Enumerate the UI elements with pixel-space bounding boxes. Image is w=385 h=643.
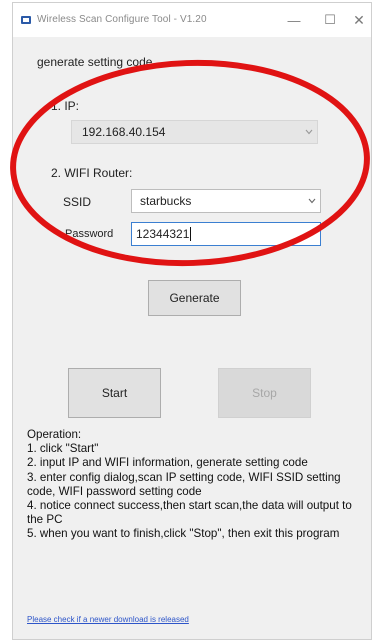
start-button[interactable]: Start <box>68 368 161 418</box>
app-icon <box>21 16 31 24</box>
chevron-down-icon <box>301 121 317 143</box>
instruction-step: 2. input IP and WIFI information, genera… <box>27 456 308 470</box>
wifi-router-label: 2. WIFI Router: <box>51 166 133 180</box>
ip-value: 192.168.40.154 <box>82 125 166 139</box>
minimize-button[interactable]: — <box>281 10 307 30</box>
operation-instructions: Operation: 1. click "Start" 2. input IP … <box>27 428 367 542</box>
instruction-step: 5. when you want to finish,click "Stop",… <box>27 527 340 541</box>
password-value: 12344321 <box>136 227 190 241</box>
instructions-heading: Operation: <box>27 428 82 441</box>
maximize-button[interactable]: ☐ <box>317 10 343 30</box>
title-bar: Wireless Scan Configure Tool - V1.20 — ☐… <box>13 3 371 37</box>
chevron-down-icon <box>304 190 320 212</box>
ip-label: 1. IP: <box>51 99 80 113</box>
instruction-step: 3. enter config dialog,scan IP setting c… <box>27 470 341 498</box>
ip-dropdown[interactable]: 192.168.40.154 <box>71 120 318 144</box>
password-field[interactable]: 12344321 <box>131 222 321 246</box>
app-window: Wireless Scan Configure Tool - V1.20 — ☐… <box>12 2 372 640</box>
instruction-step: 1. click "Start" <box>27 442 99 456</box>
generate-button[interactable]: Generate <box>148 280 241 316</box>
ssid-label: SSID <box>63 195 92 209</box>
ssid-dropdown[interactable]: starbucks <box>131 189 321 213</box>
window-title: Wireless Scan Configure Tool - V1.20 <box>37 14 207 25</box>
ssid-value: starbucks <box>140 194 192 208</box>
password-label: Password <box>65 228 114 240</box>
close-button[interactable]: ✕ <box>346 10 372 30</box>
stop-button[interactable]: Stop <box>218 368 311 418</box>
text-caret <box>190 227 192 241</box>
instruction-step: 4. notice connect success,then start sca… <box>27 499 352 527</box>
section-header: generate setting code <box>37 55 153 69</box>
download-link[interactable]: Please check if a newer download is rele… <box>27 615 189 624</box>
